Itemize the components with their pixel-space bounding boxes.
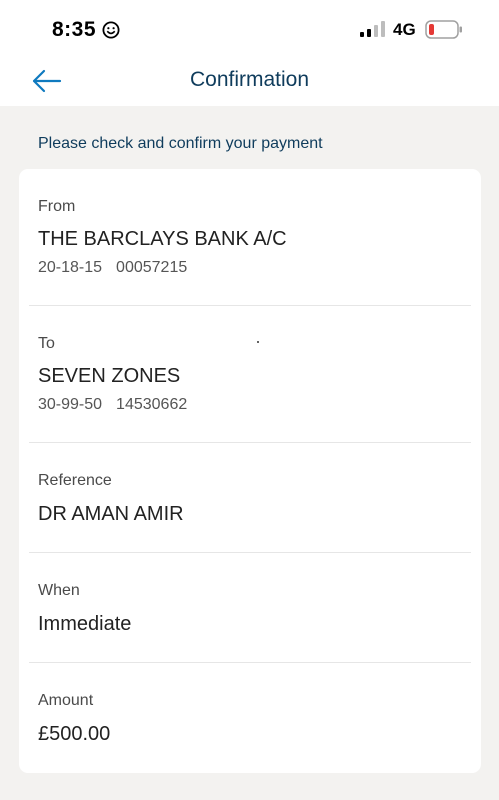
when-section: When Immediate (38, 582, 462, 642)
to-payee-name: SEVEN ZONES (38, 365, 181, 387)
from-section: From THE BARCLAYS BANK A/C 20-18-15 00057… (38, 198, 462, 278)
to-account-number: 14530662 (116, 396, 188, 413)
when-value: Immediate (38, 613, 132, 635)
status-bar: 8:35 4G (0, 0, 499, 58)
from-sort-code: 20-18-15 (38, 259, 103, 276)
to-sort-code: 30-99-50 (38, 396, 103, 413)
status-time: 8:35 (52, 18, 97, 41)
battery-icon (425, 20, 462, 39)
when-label: When (38, 582, 80, 599)
instruction-text: Please check and confirm your payment (38, 135, 323, 152)
from-label: From (38, 198, 76, 215)
divider (29, 662, 471, 663)
reference-label: Reference (38, 472, 112, 489)
divider (29, 305, 471, 306)
to-account-details: 30-99-50 14530662 (38, 396, 187, 414)
divider (29, 552, 471, 553)
divider (29, 442, 471, 443)
amount-label: Amount (38, 692, 94, 709)
signal-icon (360, 21, 385, 37)
reference-value: DR AMAN AMIR (38, 503, 184, 525)
network-type: 4G (393, 20, 416, 39)
smiley-icon (102, 21, 120, 39)
from-account-number: 00057215 (116, 259, 188, 276)
to-section: To SEVEN ZONES 30-99-50 14530662 (38, 335, 462, 415)
to-label: To (38, 335, 55, 352)
from-account-name: THE BARCLAYS BANK A/C (38, 228, 287, 250)
from-account-details: 20-18-15 00057215 (38, 259, 187, 277)
page-title: Confirmation (189, 68, 310, 91)
reference-section: Reference DR AMAN AMIR (38, 472, 462, 532)
stray-dot (257, 341, 259, 343)
payment-details-card: From THE BARCLAYS BANK A/C 20-18-15 00057… (19, 169, 481, 773)
amount-value: £500.00 (38, 723, 111, 745)
amount-section: Amount £500.00 (38, 692, 462, 752)
